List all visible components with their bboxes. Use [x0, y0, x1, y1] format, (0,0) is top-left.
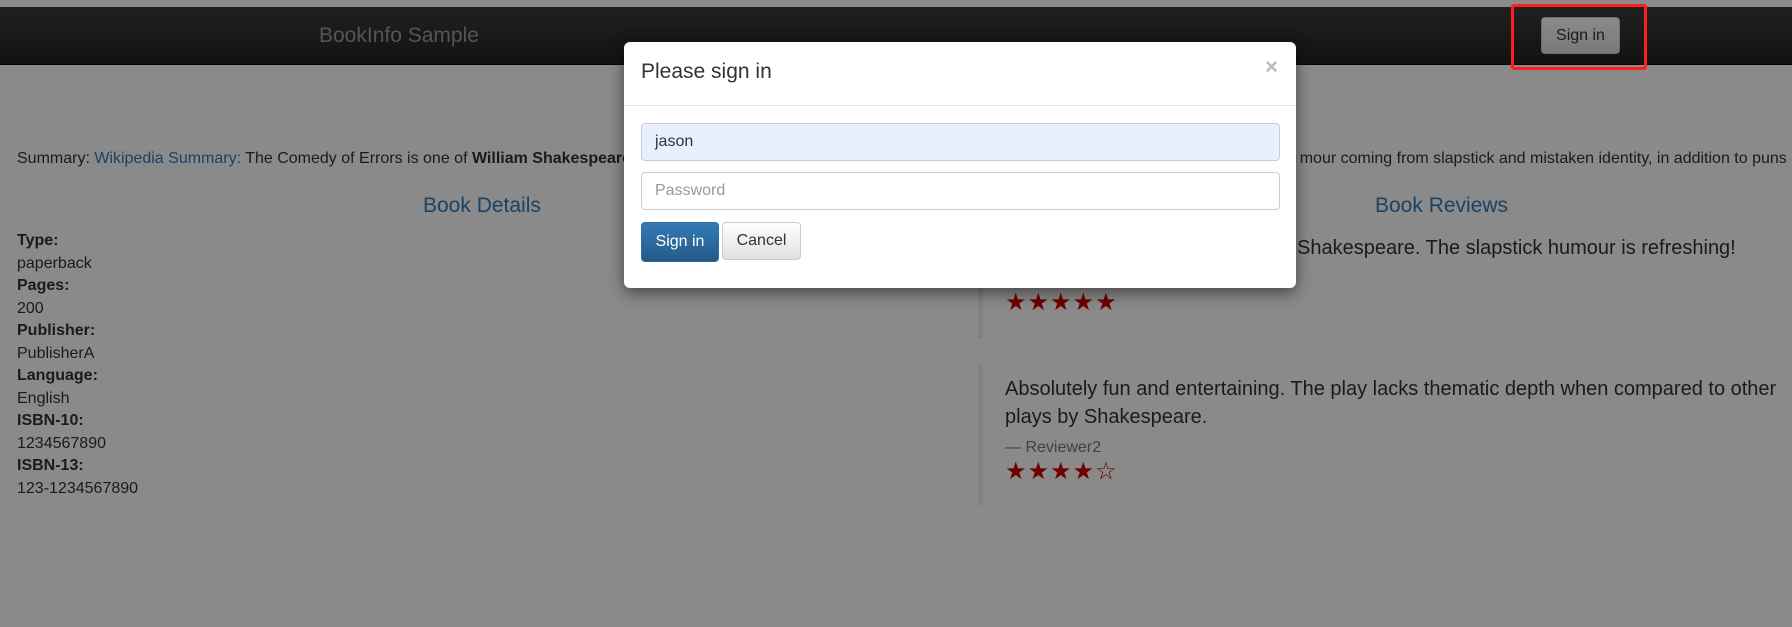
sign-in-button[interactable]: Sign in	[641, 222, 719, 262]
sign-in-highlight-box	[1511, 4, 1647, 70]
username-field[interactable]: jason	[641, 123, 1280, 161]
modal-title: Please sign in	[641, 60, 772, 83]
modal-header: Please sign in ×	[624, 42, 1296, 106]
cancel-button[interactable]: Cancel	[722, 222, 801, 260]
sign-in-modal: Please sign in × jason Password Sign in …	[624, 42, 1296, 288]
close-icon[interactable]: ×	[1265, 54, 1278, 80]
password-field[interactable]: Password	[641, 172, 1280, 210]
